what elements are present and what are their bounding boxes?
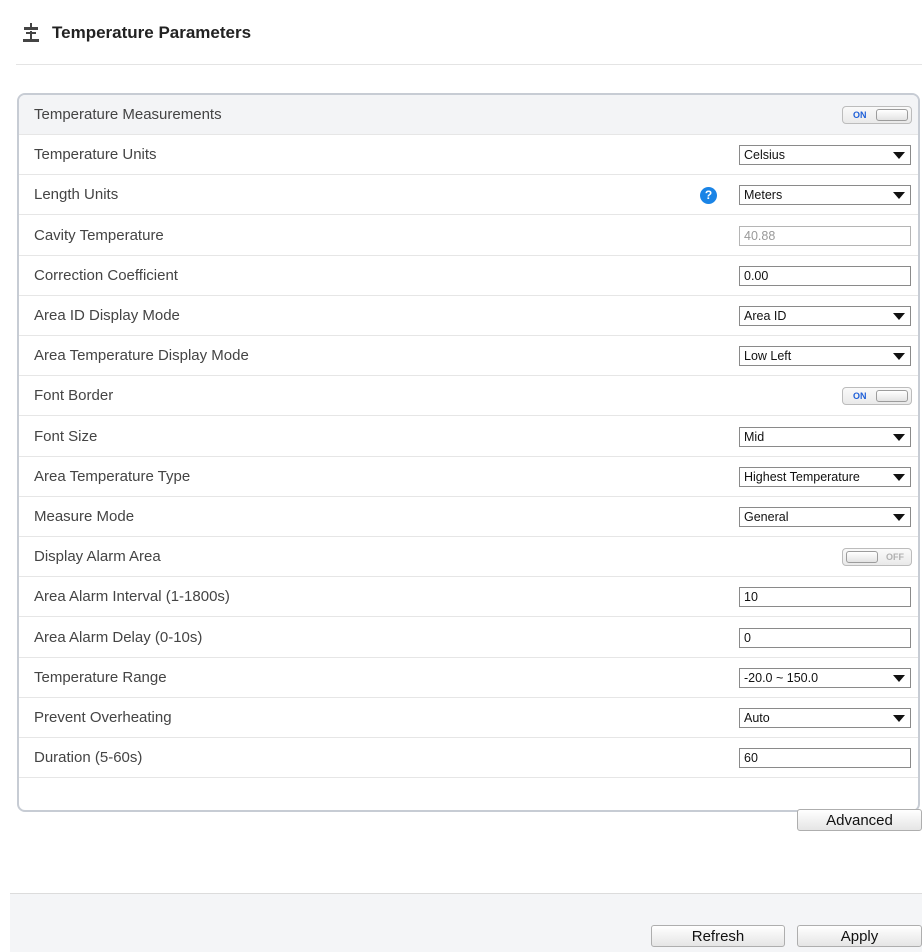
temperature-units-select[interactable]: Celsius: [739, 145, 911, 165]
length-units-select[interactable]: Meters: [739, 185, 911, 205]
dropdown-arrow-icon[interactable]: [893, 715, 905, 722]
font-border-toggle[interactable]: ON: [842, 387, 912, 405]
setting-label: Temperature Units: [34, 146, 157, 163]
help-icon[interactable]: ?: [700, 187, 717, 204]
setting-label: Duration (5-60s): [34, 749, 143, 766]
setting-row-font-border: Font Border ON: [19, 376, 918, 416]
thermometer-settings-icon: [20, 22, 42, 44]
select-value: Auto: [744, 711, 770, 725]
setting-label: Temperature Measurements: [34, 106, 222, 123]
toggle-state-text: OFF: [886, 552, 904, 562]
setting-row-correction-coefficient: Correction Coefficient 0.00: [19, 256, 918, 296]
prevent-overheating-select[interactable]: Auto: [739, 708, 911, 728]
dropdown-arrow-icon[interactable]: [893, 434, 905, 441]
setting-label: Prevent Overheating: [34, 709, 172, 726]
setting-label: Area ID Display Mode: [34, 307, 180, 324]
apply-button[interactable]: Apply: [797, 925, 922, 947]
select-value: -20.0 ~ 150.0: [744, 671, 819, 685]
page-title: Temperature Parameters: [52, 23, 252, 42]
setting-row-area-id-display-mode: Area ID Display Mode Area ID: [19, 296, 918, 336]
setting-row-area-alarm-interval-1-1800s: Area Alarm Interval (1-1800s) 10: [19, 577, 918, 617]
setting-row-area-alarm-delay-0-10s: Area Alarm Delay (0-10s) 0: [19, 618, 918, 658]
setting-row-cavity-temperature: Cavity Temperature 40.88: [19, 216, 918, 256]
select-value: Area ID: [744, 309, 787, 323]
area-temperature-type-select[interactable]: Highest Temperature: [739, 467, 911, 487]
dropdown-arrow-icon[interactable]: [893, 152, 905, 159]
temperature-measurements-toggle[interactable]: ON: [842, 106, 912, 124]
setting-label: Area Temperature Display Mode: [34, 347, 249, 364]
display-alarm-area-toggle[interactable]: OFF: [842, 548, 912, 566]
setting-label: Area Alarm Delay (0-10s): [34, 629, 203, 646]
advanced-button[interactable]: Advanced: [797, 809, 922, 831]
dropdown-arrow-icon[interactable]: [893, 192, 905, 199]
select-value: Celsius: [744, 148, 785, 162]
setting-label: Area Alarm Interval (1-1800s): [34, 588, 230, 605]
setting-label: Correction Coefficient: [34, 267, 178, 284]
dropdown-arrow-icon[interactable]: [893, 313, 905, 320]
toggle-state-text: ON: [853, 110, 867, 120]
setting-row-area-temperature-type: Area Temperature Type Highest Temperature: [19, 457, 918, 497]
area-alarm-delay-0-10s-input[interactable]: 0: [739, 628, 911, 648]
measure-mode-select[interactable]: General: [739, 507, 911, 527]
dropdown-arrow-icon[interactable]: [893, 514, 905, 521]
setting-row-length-units: Length Units? Meters: [19, 175, 918, 215]
select-value: General: [744, 510, 789, 524]
dropdown-arrow-icon[interactable]: [893, 474, 905, 481]
setting-label: Temperature Range: [34, 669, 167, 686]
setting-row-measure-mode: Measure Mode General: [19, 497, 918, 537]
correction-coefficient-input[interactable]: 0.00: [739, 266, 911, 286]
dropdown-arrow-icon[interactable]: [893, 353, 905, 360]
cavity-temperature-input: 40.88: [739, 226, 911, 246]
setting-row-font-size: Font Size Mid: [19, 417, 918, 457]
setting-label: Length Units: [34, 186, 119, 203]
temperature-settings-panel: Temperature Measurements ON Temperature Un…: [17, 93, 920, 812]
setting-row-temperature-range: Temperature Range -20.0 ~ 150.0: [19, 658, 918, 698]
temperature-range-select[interactable]: -20.0 ~ 150.0: [739, 668, 911, 688]
setting-row-prevent-overheating: Prevent Overheating Auto: [19, 698, 918, 738]
area-alarm-interval-1-1800s-input[interactable]: 10: [739, 587, 911, 607]
setting-label: Display Alarm Area: [34, 548, 161, 565]
toggle-state-text: ON: [853, 391, 867, 401]
dropdown-arrow-icon[interactable]: [893, 675, 905, 682]
setting-row-temperature-measurements: Temperature Measurements ON: [19, 95, 918, 135]
setting-label: Font Border: [34, 387, 114, 404]
setting-row-temperature-units: Temperature Units Celsius: [19, 135, 918, 175]
area-temperature-display-mode-select[interactable]: Low Left: [739, 346, 911, 366]
setting-label: Font Size: [34, 428, 98, 445]
toggle-knob[interactable]: [876, 390, 908, 402]
setting-row-duration-5-60s: Duration (5-60s) 60: [19, 738, 918, 778]
select-value: Highest Temperature: [744, 470, 860, 484]
setting-row-display-alarm-area: Display Alarm Area OFF: [19, 537, 918, 577]
header-divider: [16, 64, 922, 65]
select-value: Meters: [744, 188, 783, 202]
toggle-knob[interactable]: [846, 551, 878, 563]
setting-label: Area Temperature Type: [34, 468, 191, 485]
toggle-knob[interactable]: [876, 109, 908, 121]
page-header: Temperature Parameters: [20, 18, 251, 48]
font-size-select[interactable]: Mid: [739, 427, 911, 447]
setting-label: Cavity Temperature: [34, 227, 164, 244]
select-value: Low Left: [744, 349, 792, 363]
setting-label: Measure Mode: [34, 508, 135, 525]
select-value: Mid: [744, 430, 765, 444]
refresh-button[interactable]: Refresh: [651, 925, 785, 947]
footer-bar: [10, 894, 922, 952]
duration-5-60s-input[interactable]: 60: [739, 748, 911, 768]
area-id-display-mode-select[interactable]: Area ID: [739, 306, 911, 326]
setting-row-area-temperature-display-mode: Area Temperature Display Mode Low Left: [19, 336, 918, 376]
